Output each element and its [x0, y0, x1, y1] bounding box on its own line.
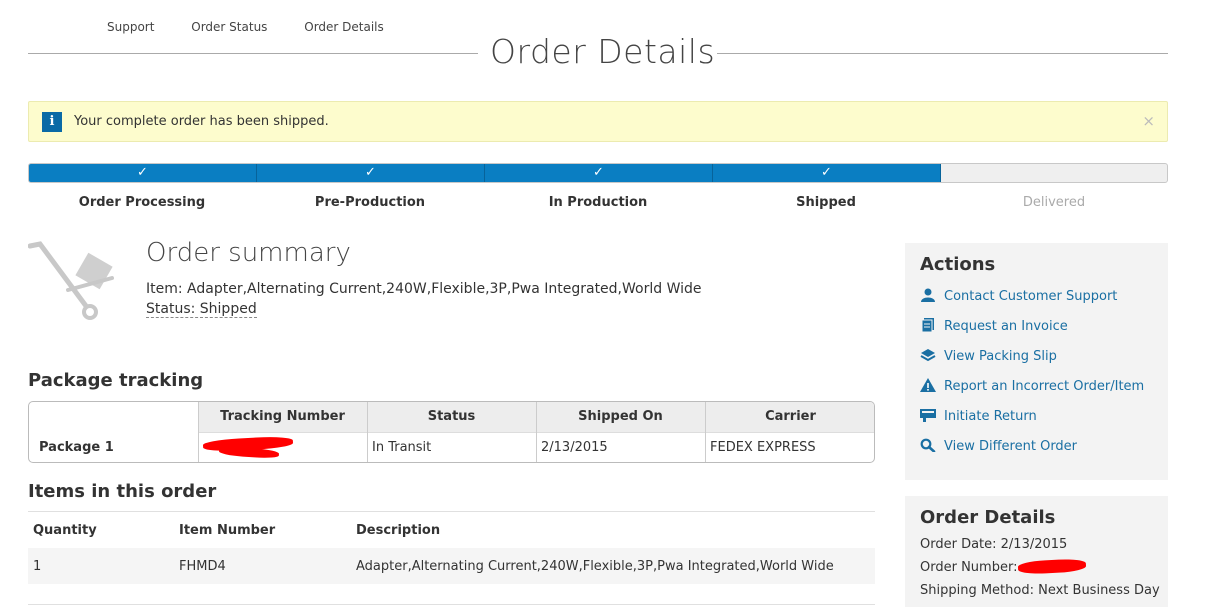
summary-status[interactable]: Status: Shipped	[146, 301, 257, 318]
info-icon: i	[42, 112, 62, 132]
title-divider-left	[28, 53, 478, 54]
col-header-shipped-on: Shipped On	[578, 409, 663, 424]
package-tracking-table: Tracking Number Status Shipped On Carrie…	[28, 401, 875, 463]
checkmark-icon: ✓	[137, 165, 148, 180]
col-header-description: Description	[356, 523, 441, 538]
item-number: FHMD4	[179, 559, 226, 574]
items-table-divider	[28, 511, 875, 512]
hand-truck-icon	[28, 241, 114, 320]
actions-heading: Actions	[920, 254, 996, 275]
checkmark-icon: ✓	[593, 165, 604, 180]
close-icon[interactable]: ×	[1142, 112, 1155, 130]
package-tracking-heading: Package tracking	[28, 370, 204, 391]
view-different-order-link[interactable]: View Different Order	[920, 438, 1077, 454]
order-number-label: Order Number:	[920, 560, 1018, 575]
step-label-shipped: Shipped	[796, 195, 856, 210]
order-date: Order Date: 2/13/2015	[920, 537, 1068, 552]
item-description: Adapter,Alternating Current,240W,Flexibl…	[356, 559, 834, 574]
col-header-item-number: Item Number	[179, 523, 276, 538]
progress-segment-in-production: ✓	[485, 164, 713, 182]
action-label: View Packing Slip	[944, 349, 1057, 364]
shipping-method: Shipping Method: Next Business Day	[920, 583, 1160, 598]
person-icon	[921, 288, 935, 302]
package-label: Package 1	[39, 440, 114, 455]
step-label-order-processing: Order Processing	[78, 195, 206, 210]
redacted-order-number	[1017, 558, 1087, 575]
progress-segment-order-processing: ✓	[29, 164, 257, 182]
order-summary-title: Order summary	[146, 238, 351, 268]
step-label-delivered: Delivered	[1022, 195, 1086, 210]
action-label: Report an Incorrect Order/Item	[944, 379, 1145, 394]
action-label: Request an Invoice	[944, 319, 1068, 334]
return-icon	[920, 409, 936, 422]
order-details-panel: Order Details Order Date: 2/13/2015 Orde…	[905, 496, 1168, 607]
item-quantity: 1	[33, 559, 42, 574]
view-packing-slip-link[interactable]: View Packing Slip	[920, 348, 1057, 364]
order-progress-bar: ✓ ✓ ✓ ✓	[28, 163, 1168, 183]
action-label: Initiate Return	[944, 409, 1037, 424]
contact-customer-support-link[interactable]: Contact Customer Support	[920, 288, 1117, 304]
step-label-in-production: In Production	[548, 195, 648, 210]
shipped-on-date: 2/13/2015	[541, 440, 608, 455]
page-title: Order Details	[490, 32, 716, 71]
progress-segment-shipped: ✓	[713, 164, 941, 182]
shipped-alert: i Your complete order has been shipped. …	[28, 101, 1168, 142]
carrier-name: FEDEX EXPRESS	[710, 440, 816, 455]
warning-icon	[920, 378, 936, 392]
checkmark-icon: ✓	[821, 165, 832, 180]
action-label: Contact Customer Support	[944, 289, 1118, 304]
document-icon	[921, 318, 934, 332]
col-header-quantity: Quantity	[33, 523, 97, 538]
tracking-status: In Transit	[372, 440, 432, 455]
col-header-tracking-number: Tracking Number	[220, 409, 345, 424]
col-header-carrier: Carrier	[765, 409, 816, 424]
layers-icon	[920, 349, 936, 362]
initiate-return-link[interactable]: Initiate Return	[920, 408, 1037, 424]
search-icon	[920, 438, 936, 452]
action-label: View Different Order	[944, 439, 1078, 454]
page-header: Order Details	[28, 32, 1168, 76]
checkmark-icon: ✓	[365, 165, 376, 180]
col-header-status: Status	[427, 409, 476, 424]
actions-panel: Actions Contact Customer Support Request…	[905, 243, 1168, 480]
step-label-pre-production: Pre-Production	[314, 195, 426, 210]
order-details-heading: Order Details	[920, 507, 1056, 528]
items-heading: Items in this order	[28, 481, 217, 502]
report-incorrect-order-link[interactable]: Report an Incorrect Order/Item	[920, 378, 1144, 394]
items-table-divider	[28, 604, 875, 605]
request-invoice-link[interactable]: Request an Invoice	[920, 318, 1068, 334]
summary-item-description: Item: Adapter,Alternating Current,240W,F…	[146, 281, 702, 297]
progress-segment-pre-production: ✓	[257, 164, 485, 182]
alert-message: Your complete order has been shipped.	[74, 114, 329, 129]
title-divider-right	[717, 53, 1168, 54]
